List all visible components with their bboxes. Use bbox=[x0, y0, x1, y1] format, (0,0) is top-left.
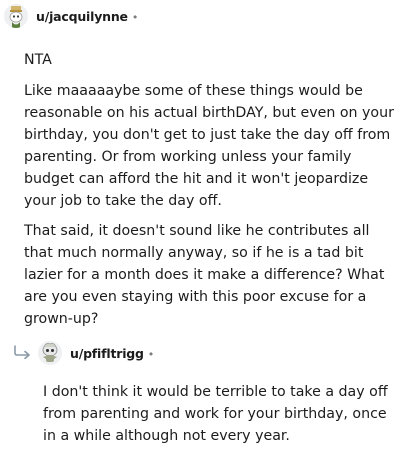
comment-body: NTA Like maaaaaybe some of these things … bbox=[24, 49, 394, 330]
user-avatar-icon[interactable] bbox=[38, 341, 62, 365]
user-avatar-icon[interactable] bbox=[4, 4, 28, 28]
meta-separator: • bbox=[131, 10, 139, 24]
comment-paragraph: That said, it doesn't sound like he cont… bbox=[24, 223, 385, 327]
meta-separator: • bbox=[147, 347, 155, 361]
comment-paragraph: I don't think it would be terrible to ta… bbox=[43, 384, 388, 444]
snoo-avatar-icon bbox=[4, 4, 28, 28]
comment-paragraph: NTA bbox=[24, 52, 52, 68]
comment-header: u/pfifltrigg • bbox=[38, 341, 154, 365]
comment-paragraph: Like maaaaaybe some of these things woul… bbox=[24, 83, 394, 209]
comment-username[interactable]: u/jacquilynne bbox=[36, 9, 128, 24]
comment-username[interactable]: u/pfifltrigg bbox=[70, 346, 144, 361]
comment-body: I don't think it would be terrible to ta… bbox=[43, 381, 395, 447]
reply-arrow-icon bbox=[13, 344, 33, 363]
comment-header: u/jacquilynne • bbox=[4, 4, 138, 28]
snoo-avatar-icon bbox=[38, 341, 62, 365]
